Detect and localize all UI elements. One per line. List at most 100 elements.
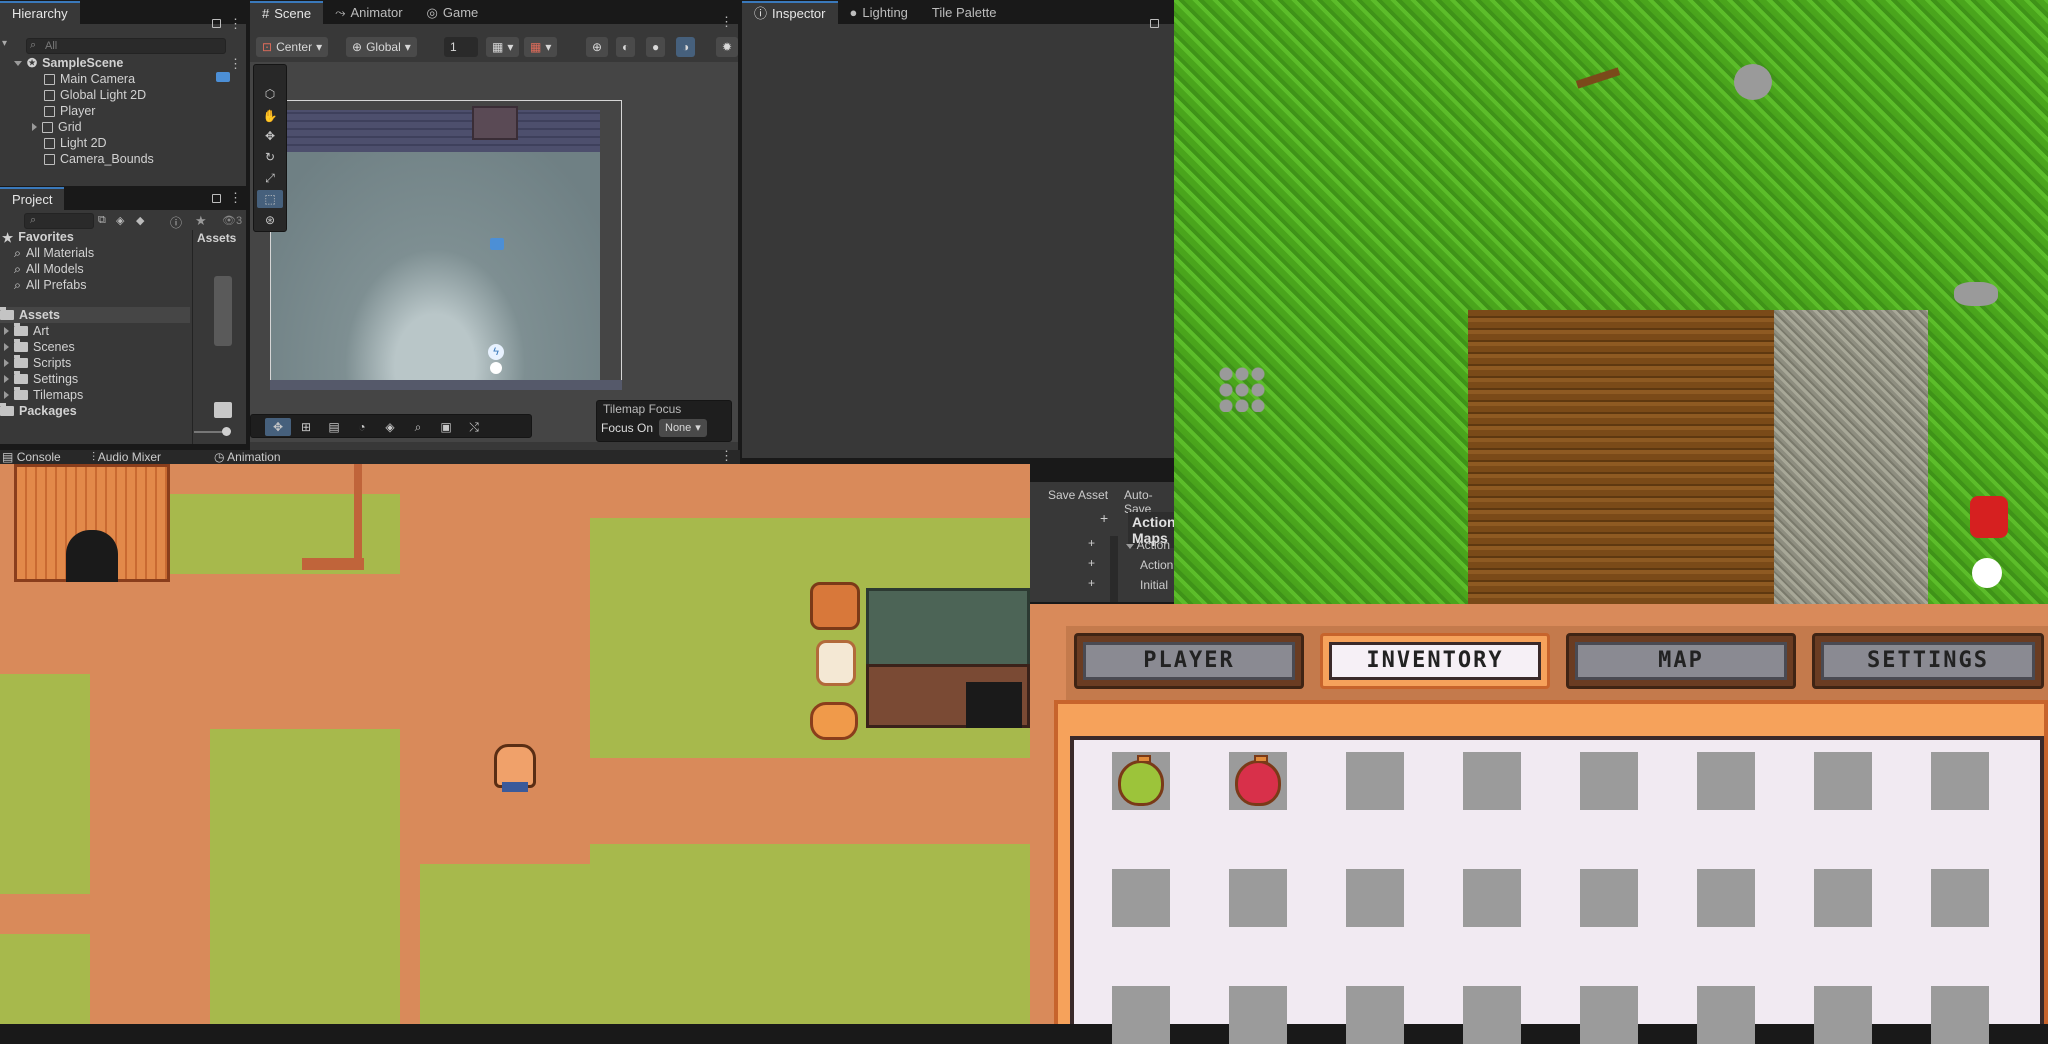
view-tool-button[interactable]: ⬡ (257, 85, 283, 103)
scene-more-icon[interactable]: ⋮ (229, 56, 242, 72)
menu-tab-player[interactable]: PLAYER (1074, 633, 1304, 689)
inventory-slot[interactable] (1580, 752, 1638, 810)
expand-icon[interactable] (1126, 544, 1134, 549)
game-view-town[interactable] (0, 464, 1030, 1024)
hierarchy-item-camera-bounds[interactable]: Camera_Bounds (44, 151, 154, 167)
rotate-tool-button[interactable]: ↻ (257, 148, 283, 166)
tab-lighting[interactable]: ● Lighting (838, 1, 920, 24)
filter-icon[interactable]: ◈ (116, 214, 124, 227)
tile-move-button[interactable]: ✥ (265, 418, 291, 436)
inventory-slot[interactable] (1463, 752, 1521, 810)
inventory-slot[interactable] (1112, 986, 1170, 1044)
menu-tab-settings[interactable]: SETTINGS (1812, 633, 2044, 689)
search-by-type-icon[interactable]: ⧉ (98, 214, 106, 227)
inventory-slot[interactable] (1814, 986, 1872, 1044)
hierarchy-item-global-light[interactable]: Global Light 2D (44, 87, 146, 103)
action-row-1[interactable]: Action (1126, 538, 1170, 552)
more-icon[interactable]: ⋮ (229, 16, 242, 32)
inventory-slot[interactable] (1229, 869, 1287, 927)
tab-game[interactable]: ◎ Game (415, 1, 491, 24)
expand-icon[interactable] (14, 60, 22, 66)
hierarchy-item-grid[interactable]: Grid (32, 119, 82, 135)
folder-scenes[interactable]: Scenes (4, 339, 75, 355)
inventory-slot[interactable] (1580, 869, 1638, 927)
expand-icon[interactable] (32, 123, 37, 131)
increment-snap-button[interactable]: ▦ ▾ (524, 37, 558, 57)
tile-rotate-button[interactable]: ◔ (349, 418, 375, 436)
inventory-slot[interactable] (1346, 986, 1404, 1044)
inventory-slot[interactable] (1463, 986, 1521, 1044)
inventory-slot[interactable] (1112, 869, 1170, 927)
effects-toggle[interactable]: ✹ (716, 37, 738, 57)
game-view-farm[interactable] (1174, 0, 2048, 604)
tile-picker-button[interactable]: ⌕ (405, 418, 431, 436)
scene-root[interactable]: ✪ SampleScene (14, 55, 123, 71)
inventory-slot[interactable] (1931, 869, 1989, 927)
tile-erase-button[interactable]: ▣ (433, 418, 459, 436)
inventory-slot[interactable] (1229, 986, 1287, 1044)
zoom-slider-knob[interactable] (222, 427, 231, 436)
project-scrollbar[interactable] (214, 276, 232, 346)
focus-on-dropdown[interactable]: None ▾ (659, 419, 707, 437)
folder-settings[interactable]: Settings (4, 371, 78, 387)
inventory-slot[interactable] (1346, 869, 1404, 927)
add-binding-icon-2[interactable]: + (1088, 576, 1095, 590)
tab-project[interactable]: Project (0, 187, 65, 210)
tab-tile-palette[interactable]: Tile Palette (920, 1, 1009, 24)
tab-animation[interactable]: ◷ Animation (214, 450, 281, 464)
2d-mode-toggle[interactable]: ◑ (676, 37, 696, 57)
hierarchy-search-input[interactable]: All (26, 38, 226, 54)
hierarchy-item-player[interactable]: Player (44, 103, 95, 119)
lock-icon[interactable] (212, 19, 221, 28)
move-tool-button[interactable]: ✥ (257, 127, 283, 145)
pivot-rotation-dropdown[interactable]: ⊕ Global ▾ (346, 37, 417, 57)
expand-icon[interactable] (4, 391, 9, 399)
expand-icon[interactable] (4, 359, 9, 367)
create-button[interactable]: ▾ (2, 38, 7, 49)
lock-icon[interactable] (1150, 19, 1159, 28)
input-scrollbar[interactable] (1110, 536, 1118, 602)
favorite-all-models[interactable]: ⌕ All Models (14, 261, 84, 277)
gizmo-orient-button[interactable]: ⊕ (586, 37, 609, 57)
tile-flip-button[interactable]: ⤭ (461, 418, 487, 436)
add-binding-icon[interactable]: + (1088, 556, 1095, 570)
save-asset-button[interactable]: Save Asset (1048, 488, 1108, 502)
menu-tab-inventory[interactable]: INVENTORY (1320, 633, 1550, 689)
add-action-icon[interactable]: + (1088, 536, 1095, 550)
rect-tool-button[interactable]: ⬚ (257, 190, 283, 208)
snap-increment-input[interactable]: 1 (444, 37, 478, 57)
lighting-toggle[interactable]: ● (646, 37, 666, 57)
inventory-slot[interactable] (1814, 869, 1872, 927)
tab-hierarchy[interactable]: Hierarchy (0, 1, 80, 24)
tab-inspector[interactable]: ⓘ Inspector (742, 1, 838, 24)
tile-select-button[interactable]: ⊞ (293, 418, 319, 436)
expand-icon[interactable] (4, 375, 9, 383)
tab-audio-mixer[interactable]: ⫶ Audio Mixer (92, 450, 161, 465)
inventory-slot[interactable] (1697, 869, 1755, 927)
action-row-3[interactable]: Initial (1140, 578, 1168, 592)
inventory-slot[interactable] (1697, 752, 1755, 810)
inventory-slot[interactable] (1112, 752, 1170, 810)
info-icon[interactable]: ⓘ (170, 214, 182, 231)
hidden-packages-icon[interactable]: 👁3 (222, 214, 242, 227)
draw-mode-button[interactable]: ◐ (616, 37, 636, 57)
expand-icon[interactable] (4, 327, 9, 335)
grid-snap-button[interactable]: ▦ ▾ (486, 37, 520, 57)
menu-tab-map[interactable]: MAP (1566, 633, 1796, 689)
assets-breadcrumb[interactable]: Assets (197, 231, 236, 245)
add-action-map-icon[interactable]: + (1100, 510, 1108, 526)
inventory-slot[interactable] (1931, 752, 1989, 810)
label-icon[interactable]: ◆ (136, 214, 144, 227)
more-icon[interactable]: ⋮ (229, 190, 242, 206)
transform-tool-button[interactable]: ⊛ (257, 211, 283, 229)
tab-animator[interactable]: ⤳ Animator (323, 1, 414, 24)
inventory-slot[interactable] (1580, 986, 1638, 1044)
inventory-slot[interactable] (1814, 752, 1872, 810)
tab-console[interactable]: ▤ Console (2, 450, 61, 464)
lock-icon[interactable] (212, 194, 221, 203)
favorite-all-prefabs[interactable]: ⌕ All Prefabs (14, 277, 86, 293)
pivot-mode-dropdown[interactable]: ⊡ Center ▾ (256, 37, 329, 57)
inventory-slot[interactable] (1346, 752, 1404, 810)
favorite-star-icon[interactable]: ★ (195, 213, 207, 229)
scale-tool-button[interactable]: ⤢ (257, 169, 283, 187)
